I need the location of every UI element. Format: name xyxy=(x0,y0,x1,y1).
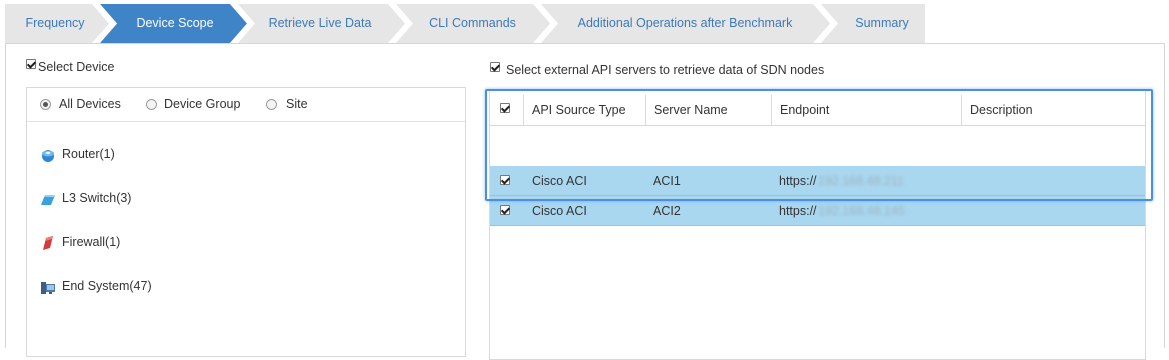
l3-switch-icon xyxy=(41,195,55,205)
device-group-label: Device Group xyxy=(164,97,241,111)
device-selection-box: All Devices Device Group Site Router(1) … xyxy=(26,87,466,357)
step-summary-label: Summary xyxy=(855,16,909,30)
step-cli-commands-label: CLI Commands xyxy=(429,16,516,30)
device-label: L3 Switch(3) xyxy=(62,191,132,205)
device-label: Router(1) xyxy=(62,147,115,161)
step-additional-operations[interactable]: Additional Operations after Benchmark xyxy=(555,4,815,43)
step-device-scope[interactable]: Device Scope xyxy=(110,4,240,43)
step-additional-operations-label: Additional Operations after Benchmark xyxy=(577,16,793,30)
step-summary[interactable]: Summary xyxy=(832,4,932,43)
step-retrieve-live-data-label: Retrieve Live Data xyxy=(268,16,372,30)
end-system-icon xyxy=(41,282,55,294)
all-devices-radio[interactable] xyxy=(40,99,51,110)
device-filter-radio-group: All Devices Device Group Site xyxy=(27,88,465,122)
all-devices-label: All Devices xyxy=(59,97,121,111)
api-table-callout-highlight xyxy=(485,89,1153,201)
select-device-checkbox[interactable] xyxy=(26,59,36,69)
row-checkbox[interactable] xyxy=(500,205,510,215)
firewall-icon xyxy=(43,236,53,250)
device-label: End System(47) xyxy=(62,279,152,293)
select-api-servers-label: Select external API servers to retrieve … xyxy=(506,63,825,77)
router-icon xyxy=(42,150,54,162)
device-group-radio[interactable] xyxy=(146,99,157,110)
step-device-scope-label: Device Scope xyxy=(136,16,214,30)
wizard-step-bar: Frequency Device Scope Retrieve Live Dat… xyxy=(5,4,925,43)
select-api-servers-checkbox[interactable] xyxy=(490,62,500,72)
select-device-label: Select Device xyxy=(38,60,115,74)
site-radio[interactable] xyxy=(266,99,277,110)
device-label: Firewall(1) xyxy=(62,235,121,249)
step-retrieve-live-data[interactable]: Retrieve Live Data xyxy=(250,4,390,43)
step-cli-commands[interactable]: CLI Commands xyxy=(405,4,540,43)
site-label: Site xyxy=(286,97,308,111)
device-scope-panel: Select Device All Devices Device Group S… xyxy=(5,43,1165,360)
